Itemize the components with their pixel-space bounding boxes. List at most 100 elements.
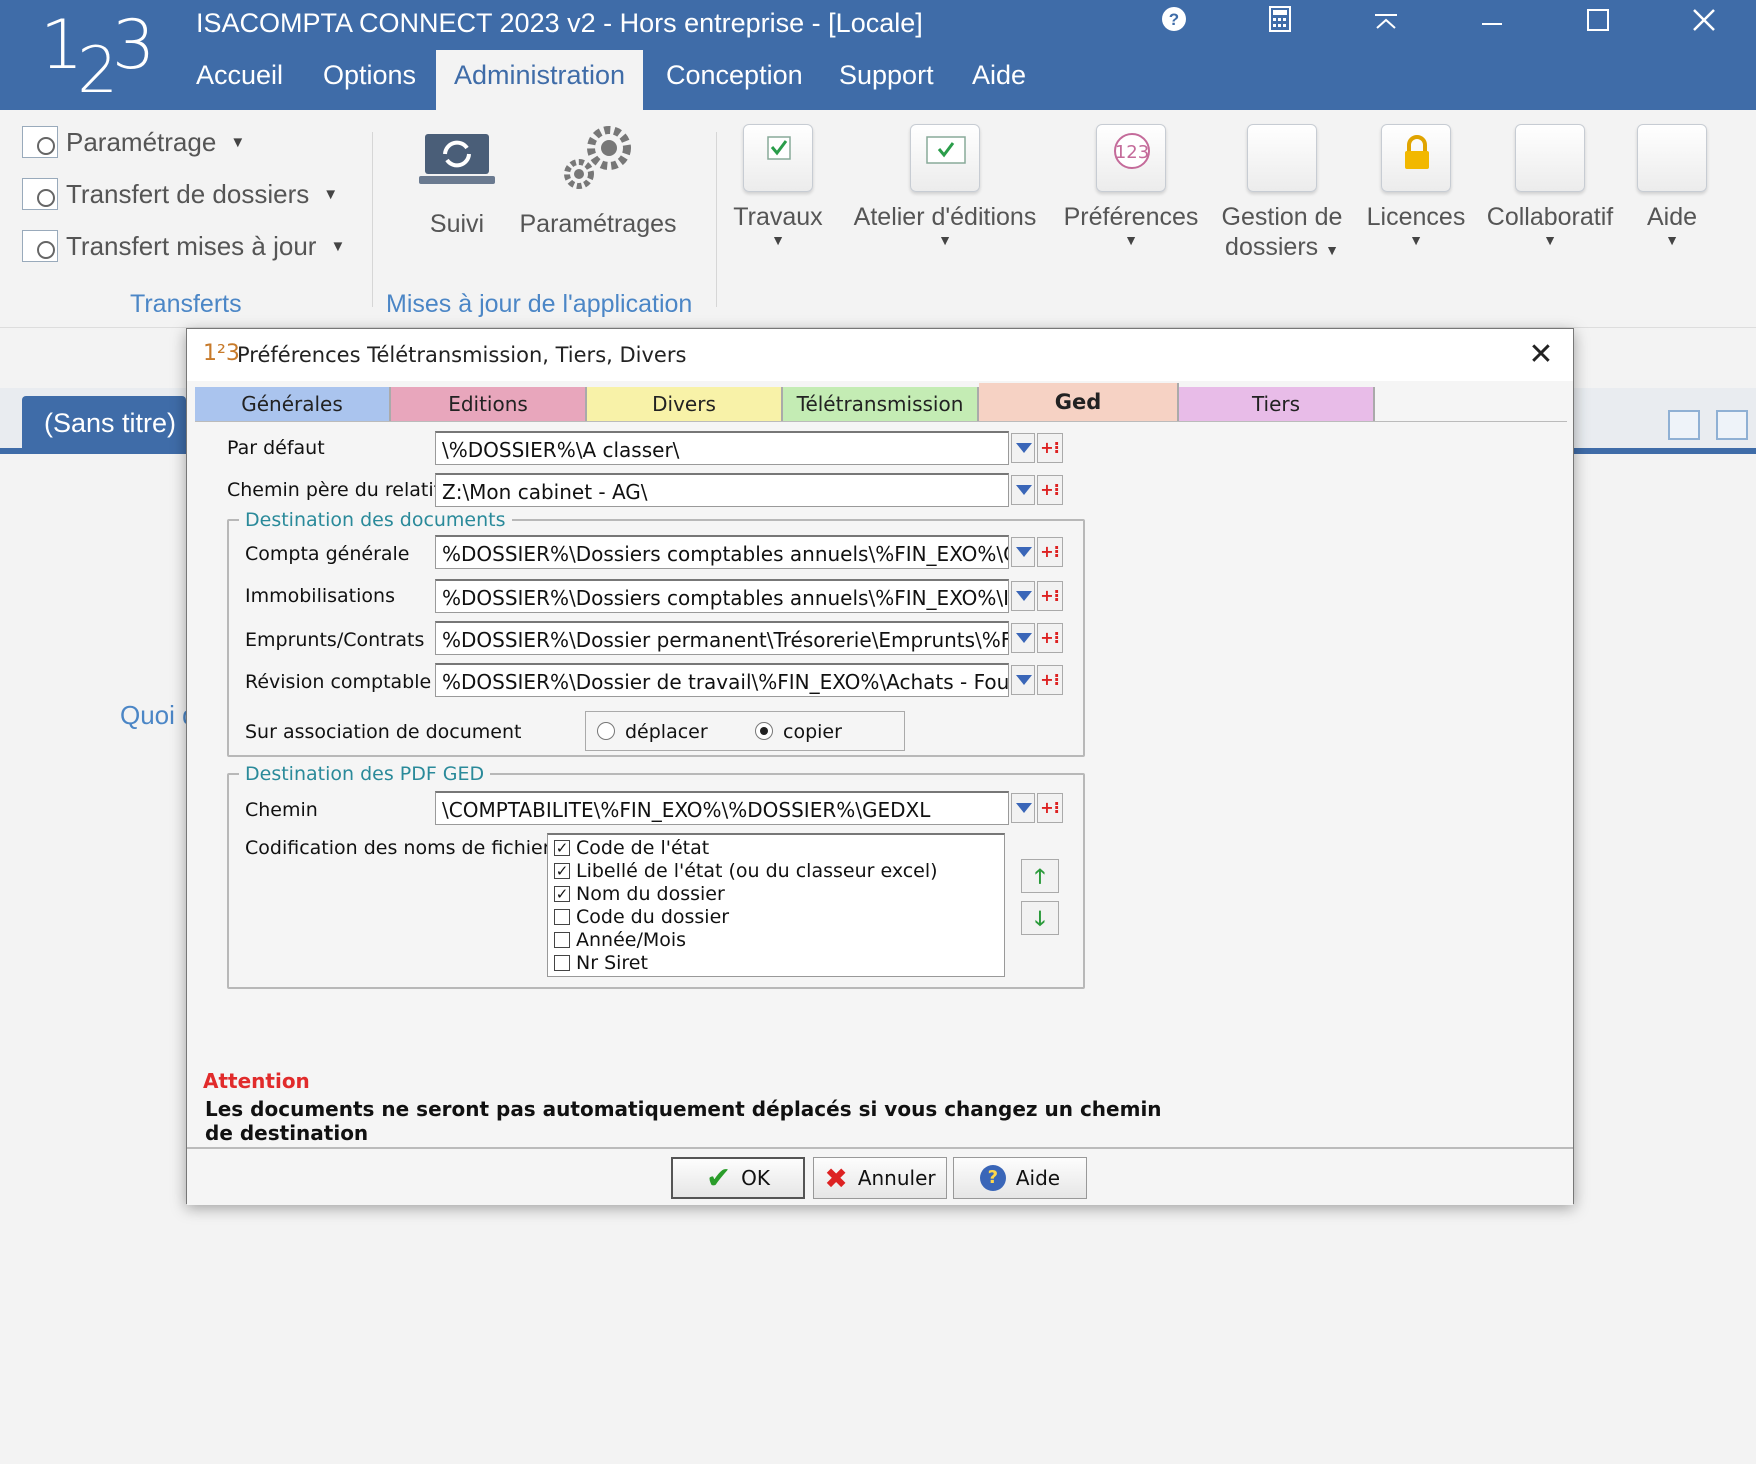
checkbox[interactable]: ✓ — [554, 863, 570, 879]
travaux-button[interactable]: Travaux ▼ — [730, 124, 826, 248]
collaboratif-button[interactable]: Collaboratif ▼ — [1480, 124, 1620, 248]
ok-button[interactable]: ✔ OK — [671, 1157, 805, 1199]
move-up-icon[interactable]: 🡑 — [1021, 859, 1059, 893]
radio-deplacer-label: déplacer — [625, 721, 708, 743]
parametrage-button[interactable]: Paramétrage ▼ — [22, 120, 245, 164]
svg-text:?: ? — [1169, 10, 1179, 29]
list-item[interactable]: Code du dossier — [554, 906, 729, 928]
aide-ribbon-label: Aide — [1646, 203, 1698, 231]
dropdown-arrow-icon[interactable] — [1011, 793, 1035, 823]
list-item[interactable]: ✓ Code de l'état — [554, 837, 709, 859]
maximize-icon[interactable] — [1578, 6, 1618, 40]
layout-columns-icon[interactable] — [1716, 410, 1748, 440]
menu-tab-accueil[interactable]: Accueil — [178, 50, 301, 110]
insert-variable-icon[interactable]: +⁝ — [1037, 433, 1063, 463]
chemin-pere-label: Chemin père du relatif — [227, 479, 441, 501]
tab-sans-titre[interactable]: (Sans titre) — [22, 396, 186, 452]
layout-list-icon[interactable] — [1668, 410, 1700, 440]
emprunts-contrats-input[interactable]: %DOSSIER%\Dossier permanent\Trésorerie\E… — [435, 621, 1009, 655]
list-item[interactable]: Nr Siret — [554, 952, 648, 974]
suivi-button[interactable]: Suivi — [412, 130, 502, 239]
parametrages-button[interactable]: Paramétrages — [512, 120, 684, 239]
insert-variable-icon[interactable]: +⁝ — [1037, 623, 1063, 653]
collaboration-icon — [1515, 124, 1585, 192]
help-icon[interactable]: ? — [1154, 6, 1194, 40]
ribbon: Paramétrage ▼ Transfert de dossiers ▼ Tran… — [0, 110, 1756, 328]
checkbox[interactable]: ✓ — [554, 886, 570, 902]
preferences-label: Préférences — [1063, 203, 1199, 231]
minimize-icon[interactable] — [1472, 6, 1512, 40]
insert-variable-icon[interactable]: +⁝ — [1037, 475, 1063, 505]
dropdown-arrow-icon[interactable] — [1011, 537, 1035, 567]
dropdown-arrow-icon[interactable] — [1011, 581, 1035, 611]
chemin-input[interactable]: \COMPTABILITE\%FIN_EXO%\%DOSSIER%\GEDXL — [435, 791, 1009, 825]
aide-ribbon-button[interactable]: Aide ▼ — [1632, 124, 1712, 248]
revision-comptable-input[interactable]: %DOSSIER%\Dossier de travail\%FIN_EXO%\A… — [435, 663, 1009, 697]
checkbox-task-icon — [743, 124, 813, 192]
insert-variable-icon[interactable]: +⁝ — [1037, 537, 1063, 567]
atelier-editions-button[interactable]: Atelier d'éditions ▼ — [842, 124, 1048, 248]
calculator-icon[interactable] — [1260, 6, 1300, 40]
licences-button[interactable]: Licences ▼ — [1364, 124, 1468, 248]
help-icon: ? — [979, 1165, 1006, 1191]
tab-divers[interactable]: Divers — [587, 387, 783, 421]
list-item-label: Nr Siret — [576, 952, 648, 974]
menu-tab-administration[interactable]: Administration — [436, 50, 644, 110]
preferences-button[interactable]: 123 Préférences ▼ — [1060, 124, 1202, 248]
help-button[interactable]: ? Aide — [953, 1157, 1087, 1199]
tab-editions[interactable]: Editions — [391, 387, 587, 421]
settings-transfer-icon — [22, 126, 58, 158]
transfert-dossiers-button[interactable]: Transfert de dossiers ▼ — [22, 172, 338, 216]
cancel-button[interactable]: ✖ Annuler — [813, 1157, 947, 1199]
chemin-pere-input[interactable]: Z:\Mon cabinet - AG\ — [435, 473, 1009, 507]
checkbox[interactable]: ✓ — [554, 840, 570, 856]
dropdown-arrow-icon[interactable] — [1011, 433, 1035, 463]
checkbox[interactable] — [554, 955, 570, 971]
radio-deplacer[interactable] — [597, 722, 615, 740]
transfert-mises-a-jour-label: Transfert mises à jour — [66, 230, 317, 261]
list-item[interactable]: ✓ Nom du dossier — [554, 883, 725, 905]
codification-label: Codification des noms de fichier — [245, 837, 551, 859]
association-label: Sur association de document — [245, 721, 522, 743]
compta-generale-label: Compta générale — [245, 543, 410, 565]
insert-variable-icon[interactable]: +⁝ — [1037, 793, 1063, 823]
checkbox[interactable] — [554, 909, 570, 925]
menu-tab-support[interactable]: Support — [821, 50, 952, 110]
folder-management-icon — [1247, 124, 1317, 192]
compta-generale-input[interactable]: %DOSSIER%\Dossiers comptables annuels\%F… — [435, 535, 1009, 569]
dropdown-arrow-icon[interactable] — [1011, 623, 1035, 653]
immobilisations-label: Immobilisations — [245, 585, 395, 607]
dropdown-arrow-icon[interactable] — [1011, 665, 1035, 695]
cancel-label: Annuler — [857, 1166, 936, 1190]
insert-variable-icon[interactable]: +⁝ — [1037, 581, 1063, 611]
tab-ged[interactable]: Ged — [979, 383, 1179, 421]
collapse-ribbon-icon[interactable] — [1366, 6, 1406, 40]
list-item[interactable]: Année/Mois — [554, 929, 686, 951]
insert-variable-icon[interactable]: +⁝ — [1037, 665, 1063, 695]
list-item[interactable]: ✓ Libellé de l'état (ou du classeur excel… — [554, 860, 938, 882]
destination-pdf-legend: Destination des PDF GED — [239, 763, 491, 785]
app-title: ISACOMPTA CONNECT 2023 v2 - Hors entrepr… — [196, 8, 923, 38]
radio-copier[interactable] — [755, 722, 773, 740]
suivi-label: Suivi — [429, 210, 485, 238]
transfert-mises-a-jour-button[interactable]: Transfert mises à jour ▼ — [22, 224, 345, 268]
tab-generales[interactable]: Générales — [195, 387, 391, 421]
tab-teletransmission[interactable]: Télétransmission — [783, 387, 979, 421]
dialog-title-bar: 1²3 Préférences Télétransmission, Tiers,… — [187, 329, 1573, 381]
help-label: Aide — [1015, 1166, 1061, 1190]
tab-tiers[interactable]: Tiers — [1179, 387, 1375, 421]
dropdown-arrow-icon[interactable] — [1011, 475, 1035, 505]
parametrages-label: Paramétrages — [519, 210, 677, 238]
close-icon[interactable] — [1684, 6, 1724, 40]
close-icon[interactable]: ✕ — [1523, 337, 1559, 373]
immobilisations-input[interactable]: %DOSSIER%\Dossiers comptables annuels\%F… — [435, 579, 1009, 613]
gestion-dossiers-button[interactable]: Gestion de dossiers ▼ — [1212, 124, 1352, 265]
menu-tab-conception[interactable]: Conception — [648, 50, 821, 110]
menu-tab-aide[interactable]: Aide — [954, 50, 1044, 110]
app-logo-small-icon: 1²3 — [203, 341, 240, 366]
move-down-icon[interactable]: 🡓 — [1021, 901, 1059, 935]
menu-tab-options[interactable]: Options — [305, 50, 434, 110]
list-item-label: Année/Mois — [576, 929, 687, 951]
checkbox[interactable] — [554, 932, 570, 948]
par-defaut-input[interactable]: \%DOSSIER%\A classer\ — [435, 431, 1009, 465]
